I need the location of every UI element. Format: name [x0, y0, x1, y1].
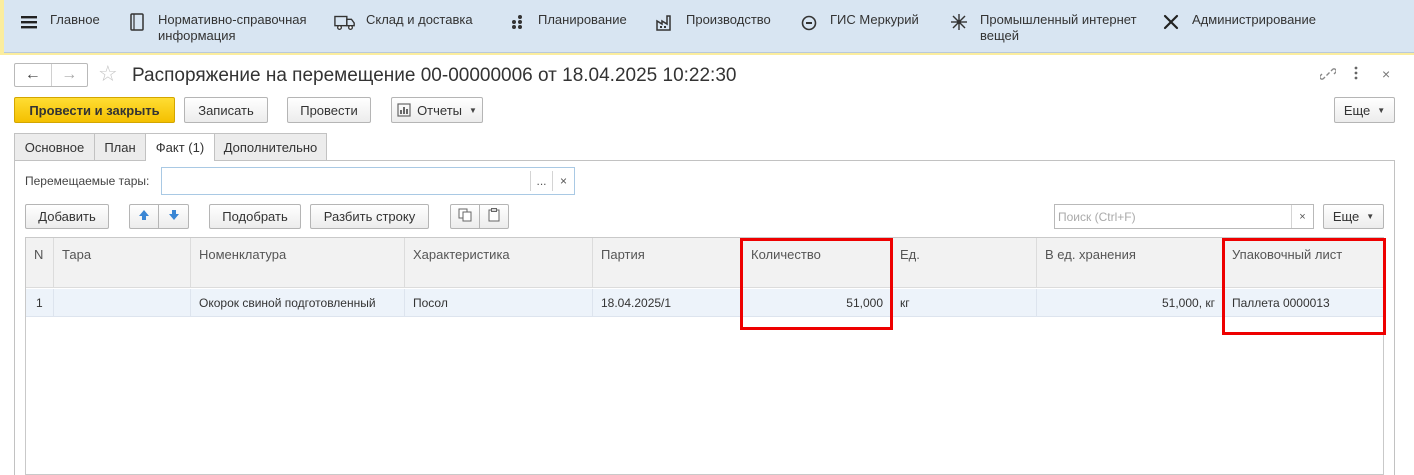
save-button[interactable]: Записать: [184, 97, 268, 123]
factory-icon: [654, 11, 676, 33]
clear-button[interactable]: ×: [552, 171, 574, 191]
table-cell-nomenclature[interactable]: Окорок свиной подготовленный: [191, 289, 405, 317]
section-label: Администрирование: [1192, 12, 1316, 27]
arrow-down-icon: [168, 209, 180, 224]
caret-down-icon: ▼: [469, 105, 477, 115]
split-row-button[interactable]: Разбить строку: [310, 204, 429, 229]
arrow-up-icon: [138, 209, 150, 224]
tab-additional[interactable]: Дополнительно: [214, 133, 327, 160]
column-header-characteristic[interactable]: Характеристика: [405, 238, 593, 288]
section-label: Промышленный интернет вещей: [980, 12, 1137, 43]
more-label: Еще: [1343, 102, 1371, 118]
tab-main[interactable]: Основное: [14, 133, 95, 160]
table-cell-n[interactable]: 1: [26, 289, 54, 317]
caret-down-icon: ▼: [1377, 105, 1386, 115]
reports-button[interactable]: Отчеты ▼: [391, 97, 483, 123]
paste-button[interactable]: [479, 204, 509, 229]
search-clear-button[interactable]: ×: [1291, 205, 1313, 228]
section-label: Планирование: [538, 12, 627, 27]
section-label: ГИС Меркурий: [830, 12, 919, 27]
add-button[interactable]: Добавить: [25, 204, 109, 229]
column-header-unit[interactable]: Ед.: [892, 238, 1037, 288]
tab-plan[interactable]: План: [94, 133, 146, 160]
arrow-right-icon: →: [61, 66, 78, 83]
section-administration[interactable]: Администрирование: [1160, 12, 1316, 33]
sections-bar: Главное Нормативно-справочная информация…: [0, 0, 1414, 55]
table-cell-storage-units[interactable]: 51,000, кг: [1037, 289, 1224, 317]
column-header-container[interactable]: Тара: [54, 238, 191, 288]
compass-icon: [798, 11, 820, 33]
tools-icon: [1160, 11, 1182, 33]
column-header-nomenclature[interactable]: Номенклатура: [191, 238, 405, 288]
pick-button[interactable]: Подобрать: [209, 204, 301, 229]
table-cell-unit[interactable]: кг: [892, 289, 1037, 317]
containers-field[interactable]: ... ×: [161, 167, 575, 195]
page-title: Распоряжение на перемещение 00-00000006 …: [132, 65, 737, 86]
network-icon: [948, 11, 970, 33]
arrow-left-icon: ←: [24, 66, 41, 83]
copy-button[interactable]: [450, 204, 480, 229]
favorite-star-icon[interactable]: ☆: [98, 62, 118, 86]
search-box: ×: [1054, 204, 1314, 229]
table-more-label: Еще: [1332, 209, 1360, 224]
select-button[interactable]: ...: [530, 171, 552, 191]
caret-down-icon: ▼: [1366, 212, 1375, 221]
section-label: Производство: [686, 12, 771, 27]
section-reference-info[interactable]: Нормативно-справочная информация: [126, 12, 307, 44]
more-vertical-icon[interactable]: [1354, 66, 1358, 84]
table-more-button[interactable]: Еще ▼: [1323, 204, 1384, 229]
sections-panel: Главное Нормативно-справочная информация…: [4, 0, 1414, 53]
back-button[interactable]: ←: [15, 64, 51, 86]
dots-icon: [506, 11, 528, 33]
section-label: Нормативно-справочная информация: [158, 12, 307, 43]
table-cell-batch[interactable]: 18.04.2025/1: [593, 289, 742, 317]
history-nav: ← →: [14, 63, 88, 87]
move-up-button[interactable]: [129, 204, 159, 229]
section-gis-mercury[interactable]: ГИС Меркурий: [798, 12, 919, 33]
section-iiot[interactable]: Промышленный интернет вещей: [948, 12, 1137, 44]
table-cell-container[interactable]: [54, 289, 191, 317]
report-icon: [397, 103, 411, 117]
containers-label: Перемещаемые тары:: [25, 174, 150, 188]
post-button[interactable]: Провести: [287, 97, 371, 123]
search-input[interactable]: [1055, 205, 1291, 228]
section-production[interactable]: Производство: [654, 12, 771, 33]
forward-button[interactable]: →: [50, 64, 88, 86]
section-planning[interactable]: Планирование: [506, 12, 627, 33]
packing-list-highlight-box: [1222, 238, 1386, 335]
more-button[interactable]: Еще ▼: [1334, 97, 1395, 123]
column-header-n[interactable]: N: [26, 238, 54, 288]
section-main[interactable]: Главное: [18, 12, 100, 33]
tab-fact[interactable]: Факт (1): [145, 133, 215, 161]
section-warehouse[interactable]: Склад и доставка: [334, 12, 473, 33]
section-label: Главное: [50, 12, 100, 27]
move-down-button[interactable]: [158, 204, 189, 229]
fact-table: N Тара Номенклатура Характеристика Парти…: [25, 237, 1384, 475]
section-label: Склад и доставка: [366, 12, 473, 27]
column-header-storage-units[interactable]: В ед. хранения: [1037, 238, 1224, 288]
menu-icon: [18, 11, 40, 33]
copy-icon: [458, 208, 472, 225]
truck-icon: [334, 11, 356, 33]
table-cell-characteristic[interactable]: Посол: [405, 289, 593, 317]
book-icon: [126, 11, 148, 33]
quantity-highlight-box: [740, 238, 893, 330]
paste-icon: [487, 208, 501, 225]
reports-label: Отчеты: [417, 102, 462, 118]
column-header-batch[interactable]: Партия: [593, 238, 742, 288]
post-and-close-button[interactable]: Провести и закрыть: [14, 97, 175, 123]
close-icon[interactable]: ×: [1382, 66, 1390, 82]
link-icon[interactable]: [1319, 66, 1337, 86]
